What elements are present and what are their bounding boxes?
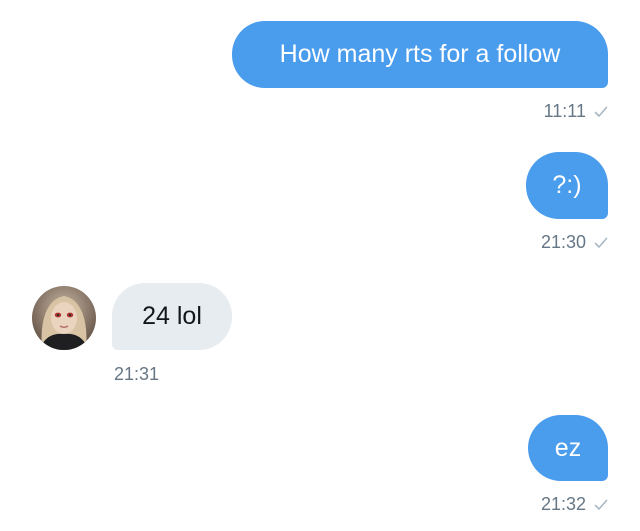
message-text: 24 lol: [142, 302, 202, 330]
timestamp-text: 21:32: [540, 494, 586, 514]
message-text: How many rts for a follow: [279, 40, 561, 68]
checkmark-icon: [594, 498, 608, 512]
message-timestamp: 21:32: [541, 494, 608, 515]
user-avatar[interactable]: [32, 286, 96, 350]
message-text: ez: [554, 433, 582, 462]
sent-message-bubble[interactable]: ?:): [526, 152, 608, 219]
checkmark-icon: [594, 105, 608, 119]
timestamp-text: 21:30: [540, 232, 586, 252]
message-timestamp: 21:30: [541, 232, 608, 253]
message-text: ?:): [552, 171, 582, 199]
timestamp-text: 21:31: [114, 364, 160, 384]
timestamp-text: 11:11: [543, 101, 586, 121]
sent-message-bubble[interactable]: How many rts for a follow: [232, 21, 608, 88]
message-timestamp: 11:11: [544, 101, 608, 122]
message-timestamp: 21:31: [114, 364, 159, 385]
checkmark-icon: [594, 236, 608, 250]
conversation-thread: How many rts for a follow 11:11 ?:) 21:3…: [0, 0, 640, 531]
received-message-bubble[interactable]: 24 lol: [112, 283, 232, 350]
sent-message-bubble[interactable]: ez: [528, 415, 608, 481]
